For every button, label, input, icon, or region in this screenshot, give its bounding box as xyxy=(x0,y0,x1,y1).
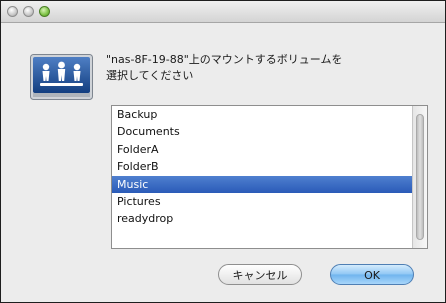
volume-list[interactable]: Backup Documents FolderA FolderB Music Pictur… xyxy=(111,105,428,249)
dialog-prompt: "nas-8F-19-88"上のマウントするボリュームを 選択してください xyxy=(106,53,343,82)
network-drive-icon xyxy=(30,54,93,100)
ok-button[interactable]: OK xyxy=(330,264,414,285)
scroll-thumb[interactable] xyxy=(416,114,424,240)
title-bar xyxy=(1,1,445,23)
volume-list-item[interactable]: readydrop xyxy=(112,210,427,227)
volume-list-item[interactable]: Documents xyxy=(112,123,427,140)
volume-list-item[interactable]: Music xyxy=(112,175,427,193)
volume-list-item[interactable]: Backup xyxy=(112,106,427,123)
mount-volume-dialog: "nas-8F-19-88"上のマウントするボリュームを 選択してください Ba… xyxy=(0,0,446,303)
volume-list-item[interactable]: Pictures xyxy=(112,193,427,210)
volume-list-item[interactable]: FolderA xyxy=(112,141,427,158)
list-scrollbar[interactable] xyxy=(412,106,427,248)
cancel-button[interactable]: キャンセル xyxy=(218,264,302,285)
minimize-button[interactable] xyxy=(23,6,34,17)
volume-list-item[interactable]: FolderB xyxy=(112,158,427,175)
zoom-button[interactable] xyxy=(39,6,50,17)
close-button[interactable] xyxy=(7,6,18,17)
